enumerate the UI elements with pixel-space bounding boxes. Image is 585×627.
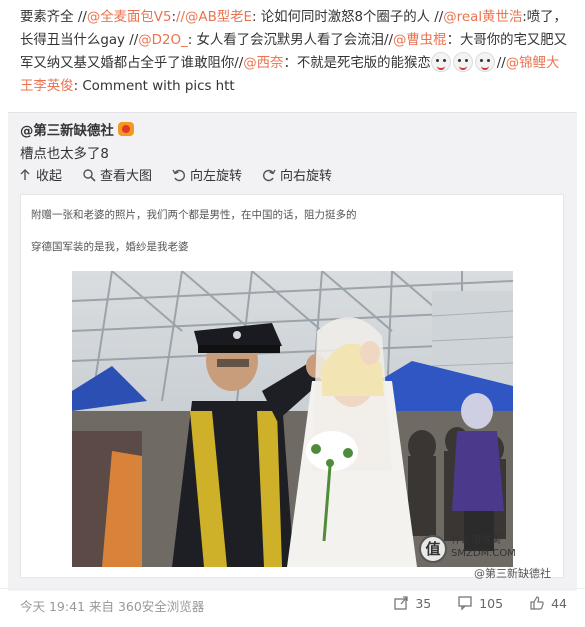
smzdm-logo-icon: 值	[419, 535, 447, 563]
arrow-up-icon	[20, 168, 30, 180]
comment-count: 105	[479, 595, 504, 611]
like-button[interactable]: 44	[529, 595, 567, 611]
repost-count: 35	[415, 595, 432, 611]
repost-text-segment: : Comment with pics htt	[73, 79, 235, 94]
view-large-button[interactable]: 查看大图	[82, 165, 152, 184]
wedding-photo-illustration	[72, 271, 513, 567]
thumbs-up-icon	[530, 596, 544, 610]
repost-button[interactable]: 35	[393, 595, 431, 611]
rotate-right-button[interactable]: 向右旋转	[262, 165, 332, 184]
rotate-left-label: 向左旋转	[190, 169, 243, 184]
laughing-emoji-icon	[430, 52, 451, 72]
comment-button[interactable]: 105	[457, 595, 503, 611]
rotate-left-icon	[172, 169, 185, 181]
laughing-emoji-icon	[474, 52, 495, 72]
magnifier-icon	[83, 168, 96, 182]
image-panel: 附赠一张和老婆的照片，我们两个都是男性，在中国的话，阻力挺多的 穿德国军装的是我…	[20, 194, 564, 580]
laughing-emoji-icon	[452, 52, 473, 72]
original-post-card: @第三新缺德社 槽点也太多了8 收起 查看大图 向左旋转 向右旋转 附赠一张和老…	[8, 112, 577, 591]
smzdm-watermark-line-1: 什么值得买	[451, 535, 501, 546]
smzdm-watermark-line-2: SMZDM.COM	[451, 548, 516, 559]
view-large-label: 查看大图	[100, 169, 153, 184]
original-author-line: @第三新缺德社	[20, 119, 134, 139]
collapse-label: 收起	[36, 169, 63, 184]
mention-link[interactable]: @real黄世浩	[443, 10, 522, 25]
repost-icon	[394, 596, 408, 610]
image-caption-line-2: 穿德国军装的是我，婚纱是我老婆	[31, 241, 189, 253]
original-post-text: 槽点也太多了8	[20, 147, 109, 162]
repost-text-segment: //	[496, 56, 506, 71]
image-toolbar: 收起 查看大图 向左旋转 向右旋转	[18, 165, 332, 184]
verified-badge-icon	[117, 122, 134, 136]
rotate-right-icon	[263, 169, 276, 181]
rotate-right-label: 向右旋转	[280, 169, 333, 184]
weibo-watermark: @第三新缺德社	[474, 567, 551, 580]
post-actions: 35 105 44	[393, 595, 567, 611]
smzdm-watermark: 什么值得买 SMZDM.COM	[451, 534, 516, 560]
repost-text-segment: 要素齐全 //	[20, 10, 87, 25]
image-caption-line-1: 附赠一张和老婆的照片，我们两个都是男性，在中国的话，阻力挺多的	[31, 209, 357, 221]
mention-link[interactable]: @全麦面包V5	[87, 10, 172, 25]
repost-text-segment: : 女人看了会沉默男人看了会流泪//	[187, 33, 393, 48]
repost-text: 要素齐全 //@全麦面包V5://@AB型老E: 论如何同时激怒8个圈子的人 /…	[20, 6, 568, 98]
comment-icon	[458, 596, 472, 611]
rotate-left-button[interactable]: 向左旋转	[172, 165, 242, 184]
repost-text-segment: : 论如何同时激怒8个圈子的人 //	[252, 10, 444, 25]
collapse-button[interactable]: 收起	[18, 165, 62, 184]
post-timestamp-source: 今天 19:41 来自 360安全浏览器	[20, 599, 205, 614]
mention-link[interactable]: @西奈	[243, 56, 283, 71]
mention-link[interactable]: //@AB型老E	[176, 10, 252, 25]
mention-link[interactable]: @曹虫棍	[393, 33, 447, 48]
post-footer: 今天 19:41 来自 360安全浏览器 35 105 44	[0, 588, 585, 627]
wedding-photo[interactable]	[72, 271, 513, 567]
original-author-link[interactable]: @第三新缺德社	[20, 119, 114, 139]
like-count: 44	[551, 595, 567, 611]
mention-link[interactable]: @D2O_	[138, 33, 187, 48]
repost-text-segment: ：不就是死宅版的能猴恋	[283, 56, 431, 71]
